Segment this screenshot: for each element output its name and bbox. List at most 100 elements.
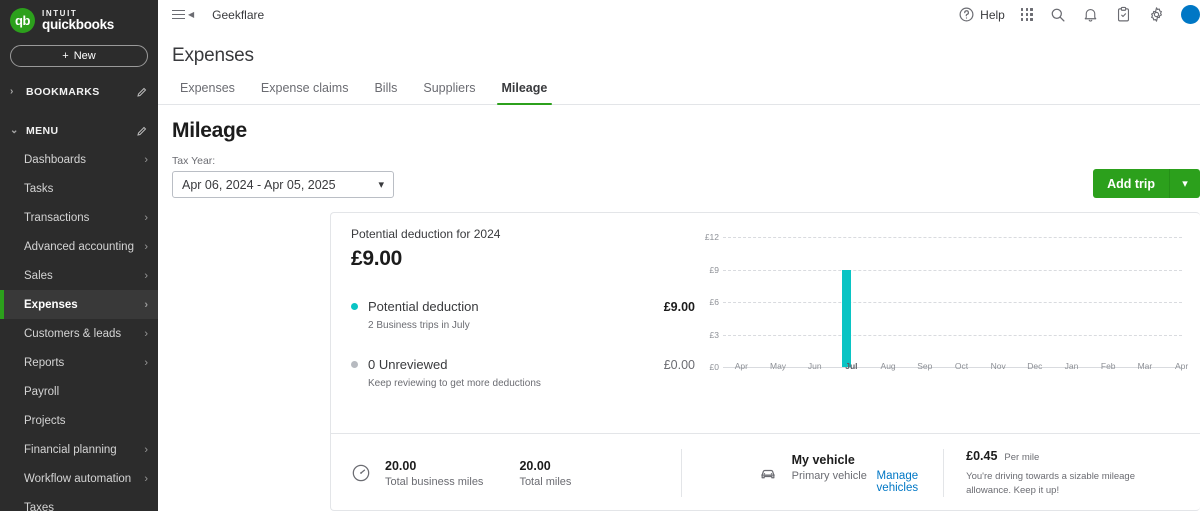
tab-expense-claims[interactable]: Expense claims — [248, 81, 362, 104]
sidebar-item-projects[interactable]: Projects — [0, 406, 158, 435]
chart-bar-slot[interactable] — [1147, 237, 1182, 367]
card-bottom-row: 20.00 Total business miles 20.00 Total m… — [331, 434, 1200, 511]
company-name[interactable]: Geekflare — [212, 8, 264, 22]
chart-x-tick-label: Aug — [880, 361, 896, 371]
sidebar-item-advanced-accounting[interactable]: Advanced accounting › — [0, 232, 158, 261]
chart-plot-area: £0 £3 £6 £9 £12 — [695, 232, 1182, 372]
vehicle-name: My vehicle — [791, 452, 855, 467]
car-icon — [758, 463, 778, 483]
sidebar: qb INTUIT quickbooks + New › BOOKMARKS ⌄… — [0, 0, 158, 511]
apps-grid-icon[interactable] — [1020, 8, 1033, 21]
tax-year-field: Tax Year: Apr 06, 2024 - Apr 05, 2025 ▾ — [172, 155, 394, 198]
sidebar-section-menu-label: MENU — [26, 124, 59, 137]
chevron-down-icon: ▾ — [1182, 178, 1188, 190]
chevron-right-icon: › — [144, 443, 148, 456]
new-button-label: New — [73, 50, 96, 62]
sidebar-item-reports[interactable]: Reports › — [0, 348, 158, 377]
legend-dot-icon — [351, 303, 358, 310]
tab-mileage[interactable]: Mileage — [489, 81, 561, 105]
edit-pencil-icon[interactable] — [136, 125, 148, 137]
add-trip-button[interactable]: Add trip — [1093, 169, 1169, 198]
sidebar-item-payroll[interactable]: Payroll — [0, 377, 158, 406]
brand-logo[interactable]: qb INTUIT quickbooks — [0, 0, 158, 39]
avatar[interactable] — [1181, 5, 1200, 24]
hamburger-icon — [172, 9, 185, 20]
controls-row: Tax Year: Apr 06, 2024 - Apr 05, 2025 ▾ … — [158, 143, 1200, 198]
chart-bar-slot[interactable] — [1041, 237, 1076, 367]
gear-icon[interactable] — [1148, 6, 1165, 23]
main-content: ◀ Geekflare Help Expenses Expenses Expen… — [158, 0, 1200, 511]
help-button[interactable]: Help — [958, 6, 1005, 23]
tab-bills[interactable]: Bills — [361, 81, 410, 104]
chart-bar-slot[interactable] — [794, 237, 829, 367]
chart-bar-slot[interactable] — [829, 237, 864, 367]
chart-x-tick-label: Jul — [845, 361, 858, 371]
tax-year-select[interactable]: Apr 06, 2024 - Apr 05, 2025 ▾ — [172, 171, 394, 198]
sidebar-item-tasks[interactable]: Tasks — [0, 174, 158, 203]
chart-x-tick-label: Feb — [1100, 361, 1116, 371]
sidebar-item-financial-planning[interactable]: Financial planning › — [0, 435, 158, 464]
stat-label: Total miles — [519, 475, 572, 488]
add-trip-group: Add trip ▾ — [1093, 169, 1200, 198]
chart-bar-slot[interactable] — [1076, 237, 1111, 367]
stat-value: 20.00 — [519, 458, 551, 473]
tab-suppliers[interactable]: Suppliers — [410, 81, 488, 104]
tax-year-value: Apr 06, 2024 - Apr 05, 2025 — [182, 177, 336, 192]
chart-x-tick-label: Sep — [917, 361, 933, 371]
bell-icon[interactable] — [1082, 6, 1099, 23]
tab-expenses[interactable]: Expenses — [172, 81, 248, 104]
tax-year-label: Tax Year: — [172, 155, 216, 167]
sidebar-item-taxes[interactable]: Taxes — [0, 493, 158, 511]
legend-group-potential-deduction: Potential deduction £9.00 2 Business tri… — [351, 299, 695, 331]
sidebar-section-menu[interactable]: ⌄ MENU — [0, 116, 158, 145]
edit-pencil-icon[interactable] — [136, 86, 148, 98]
sidebar-item-workflow-automation[interactable]: Workflow automation › — [0, 464, 158, 493]
sidebar-item-transactions[interactable]: Transactions › — [0, 203, 158, 232]
chart-x-tick-label: Jun — [807, 361, 822, 371]
new-button[interactable]: + New — [10, 45, 148, 67]
sidebar-item-label: Sales — [24, 269, 53, 282]
chevron-right-icon: › — [144, 327, 148, 340]
sidebar-item-dashboards[interactable]: Dashboards › — [0, 145, 158, 174]
add-trip-dropdown-button[interactable]: ▾ — [1169, 169, 1200, 198]
sidebar-item-sales[interactable]: Sales › — [0, 261, 158, 290]
sidebar-item-label: Transactions — [24, 211, 90, 224]
legend-sublabel: 2 Business trips in July — [368, 320, 470, 331]
sidebar-section-bookmarks-label: BOOKMARKS — [26, 85, 100, 98]
chevron-right-icon: › — [10, 86, 14, 97]
sidebar-item-expenses[interactable]: Expenses › — [0, 290, 158, 319]
sidebar-item-label: Taxes — [24, 501, 55, 511]
chart-x-tick-label: Dec — [1027, 361, 1043, 371]
chart-bar-slot[interactable] — [970, 237, 1005, 367]
chart-bar-slot[interactable] — [758, 237, 793, 367]
chart-bar-slot[interactable] — [900, 237, 935, 367]
legend-label: Potential deduction — [368, 299, 479, 314]
chart-bar-slot[interactable] — [935, 237, 970, 367]
chart-bar-slot[interactable] — [1006, 237, 1041, 367]
deduction-heading: Potential deduction for 2024 — [351, 227, 501, 241]
deduction-summary: Potential deduction for 2024 £9.00 Poten… — [331, 227, 695, 433]
card-top-row: Potential deduction for 2024 £9.00 Poten… — [331, 213, 1200, 433]
chart-bar[interactable] — [842, 269, 852, 367]
rate-unit: Per mile — [1004, 451, 1040, 463]
chart-bar-slot[interactable] — [723, 237, 758, 367]
manage-vehicles-link[interactable]: Manage vehicles — [877, 470, 944, 494]
menu-collapse-button[interactable]: ◀ — [172, 9, 195, 20]
sidebar-section-bookmarks[interactable]: › BOOKMARKS — [0, 77, 158, 106]
page-title: Expenses — [172, 45, 254, 66]
quickbooks-wordmark: quickbooks — [42, 16, 115, 32]
chart-bar-slot[interactable] — [864, 237, 899, 367]
tab-bar: Expenses Expense claims Bills Suppliers … — [158, 67, 1200, 105]
clipboard-icon[interactable] — [1115, 6, 1132, 23]
sidebar-item-customers-and-leads[interactable]: Customers & leads › — [0, 319, 158, 348]
chart-bar-slot[interactable] — [1111, 237, 1146, 367]
chart-x-tick-label: Apr — [1174, 361, 1189, 371]
search-icon[interactable] — [1049, 6, 1066, 23]
deduction-amount: £9.00 — [351, 247, 403, 270]
collapse-arrow-icon: ◀ — [188, 10, 195, 19]
vehicle-info: My vehicle Primary vehicle Manage vehicl… — [682, 453, 944, 494]
chevron-right-icon: › — [144, 298, 148, 311]
stat-value: 20.00 — [385, 458, 417, 473]
chart-y-tick-label: £0 — [709, 362, 719, 372]
chevron-right-icon: › — [144, 240, 148, 253]
